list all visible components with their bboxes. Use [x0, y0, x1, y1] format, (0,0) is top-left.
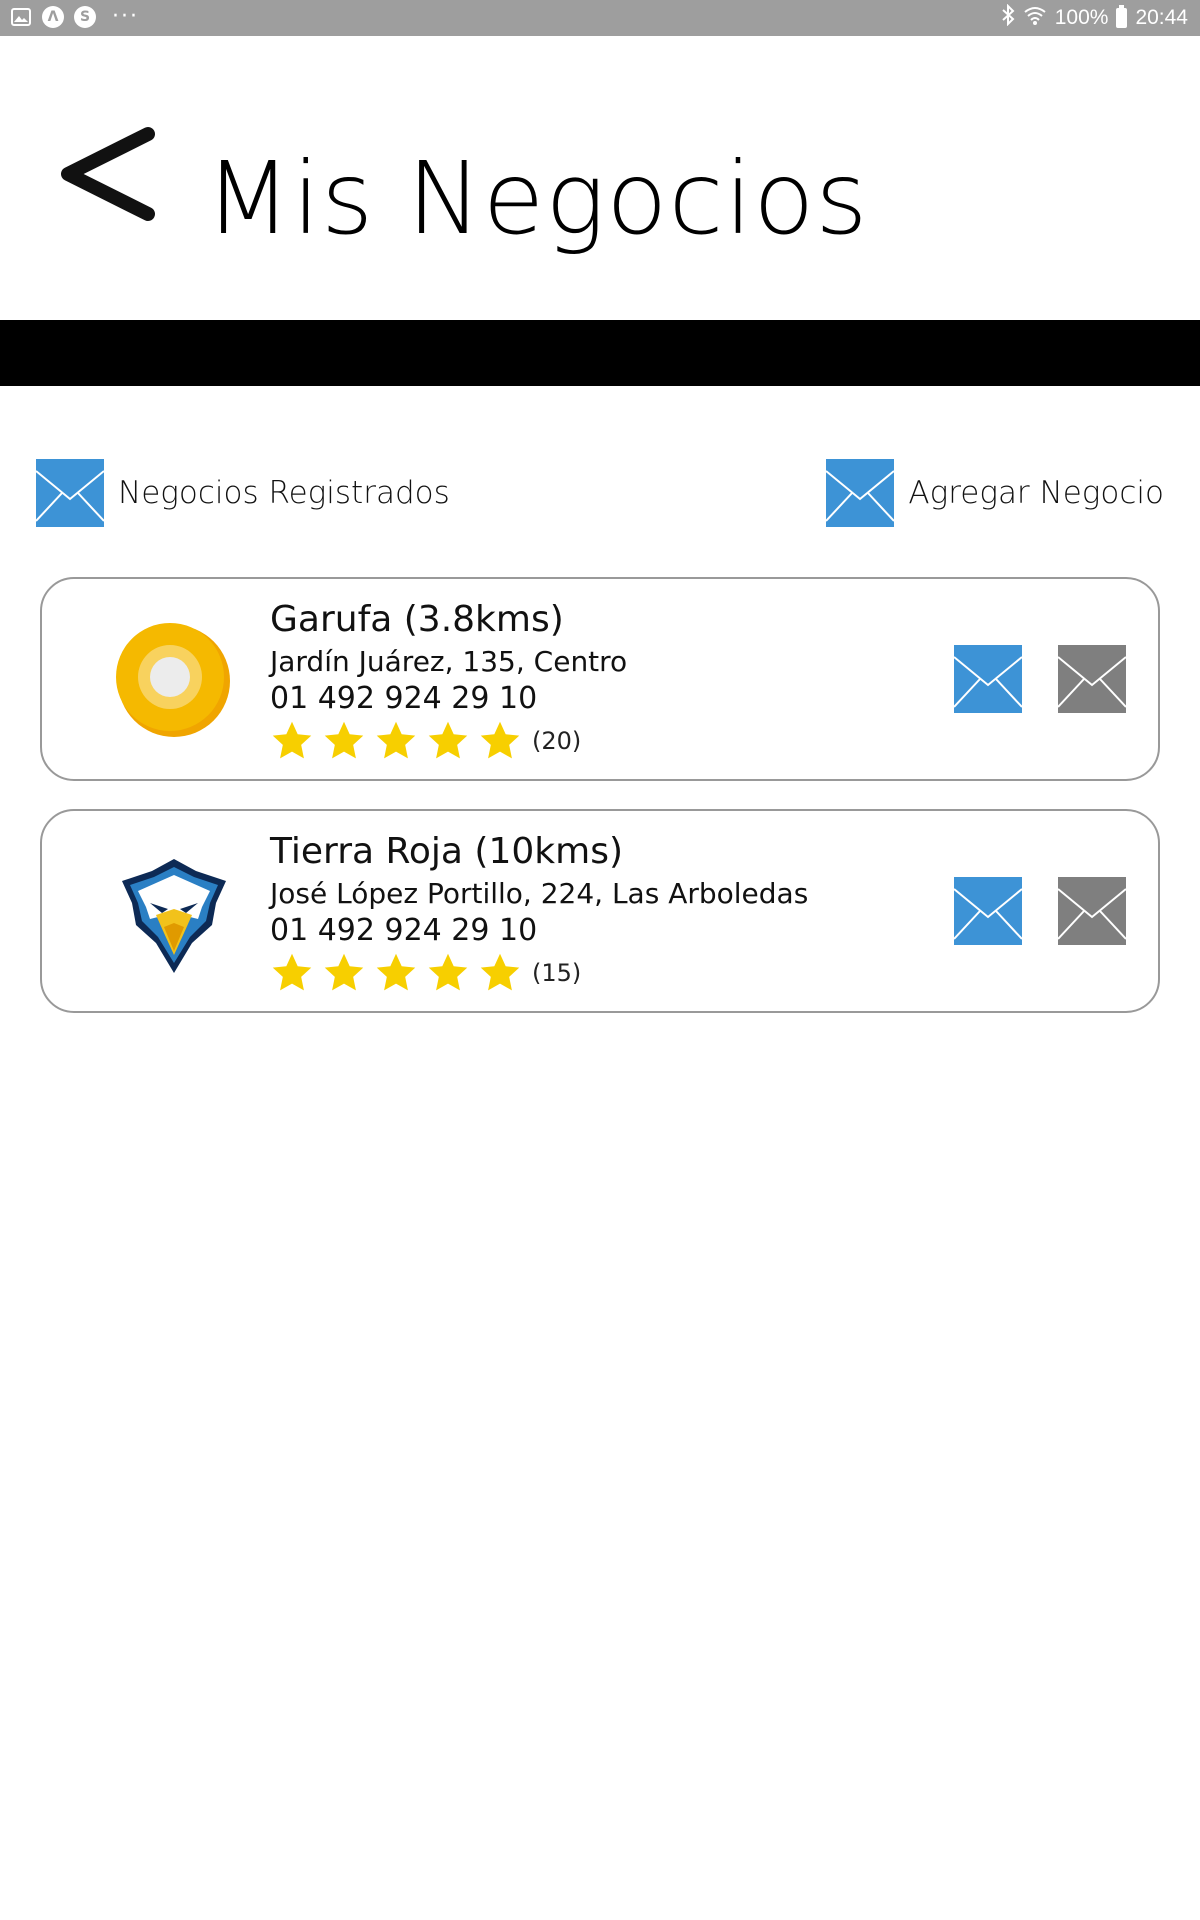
- star-icon: [322, 719, 366, 763]
- registered-businesses-label: Negocios Registrados: [118, 475, 450, 511]
- more-notifications-icon: ···: [112, 4, 139, 29]
- battery-icon: [1116, 5, 1128, 28]
- envelope-icon[interactable]: [1058, 877, 1126, 945]
- chevron-left-icon: [61, 127, 155, 221]
- a-icon: Λ: [42, 6, 64, 28]
- business-address: Jardín Juárez, 135, Centro: [270, 645, 628, 678]
- status-left: Λ S ···: [10, 6, 139, 28]
- business-card[interactable]: Garufa (3.8kms) Jardín Juárez, 135, Cent…: [40, 577, 1160, 781]
- image-icon: [10, 6, 32, 28]
- star-icon: [374, 951, 418, 995]
- battery-percent: 100%: [1054, 6, 1109, 29]
- star-icon: [322, 951, 366, 995]
- registered-businesses-button[interactable]: Negocios Registrados: [36, 458, 450, 528]
- business-name: Garufa (3.8kms): [270, 599, 564, 640]
- status-right: 100% 20:44: [1001, 3, 1188, 32]
- header-divider-band: [0, 320, 1200, 386]
- star-icon: [426, 719, 470, 763]
- wifi-icon: [1023, 5, 1047, 31]
- review-count: (20): [532, 727, 582, 755]
- star-icon: [270, 719, 314, 763]
- rating-stars: (15): [270, 951, 808, 995]
- star-icon: [374, 719, 418, 763]
- business-address: José López Portillo, 224, Las Arboledas: [270, 877, 809, 910]
- business-name: Tierra Roja (10kms): [270, 831, 624, 872]
- s-icon: S: [74, 6, 96, 28]
- envelope-icon[interactable]: [954, 645, 1022, 713]
- eagle-logo: [112, 851, 236, 975]
- business-info: Garufa (3.8kms) Jardín Juárez, 135, Cent…: [270, 597, 627, 763]
- business-phone: 01 492 924 29 10: [270, 681, 538, 716]
- star-icon: [270, 951, 314, 995]
- bluetooth-icon: [1001, 3, 1015, 32]
- header: Mis Negocios: [0, 36, 1200, 320]
- star-icon: [478, 951, 522, 995]
- page-title: Mis Negocios: [205, 140, 869, 257]
- android-o-logo: [112, 619, 236, 743]
- business-info: Tierra Roja (10kms) José López Portillo,…: [270, 829, 808, 995]
- envelope-icon[interactable]: [1058, 645, 1126, 713]
- add-business-label: Agregar Negocio: [908, 475, 1164, 511]
- status-bar: Λ S ··· 100% 20:44: [0, 0, 1200, 36]
- add-business-button[interactable]: Agregar Negocio: [826, 458, 1164, 528]
- business-phone: 01 492 924 29 10: [270, 913, 538, 948]
- star-icon: [426, 951, 470, 995]
- envelope-icon[interactable]: [954, 877, 1022, 945]
- review-count: (15): [532, 959, 582, 987]
- rating-stars: (20): [270, 719, 627, 763]
- business-card[interactable]: Tierra Roja (10kms) José López Portillo,…: [40, 809, 1160, 1013]
- status-time: 20:44: [1135, 6, 1188, 29]
- back-button[interactable]: [56, 124, 166, 254]
- star-icon: [478, 719, 522, 763]
- envelope-icon: [826, 459, 894, 527]
- envelope-icon: [36, 459, 104, 527]
